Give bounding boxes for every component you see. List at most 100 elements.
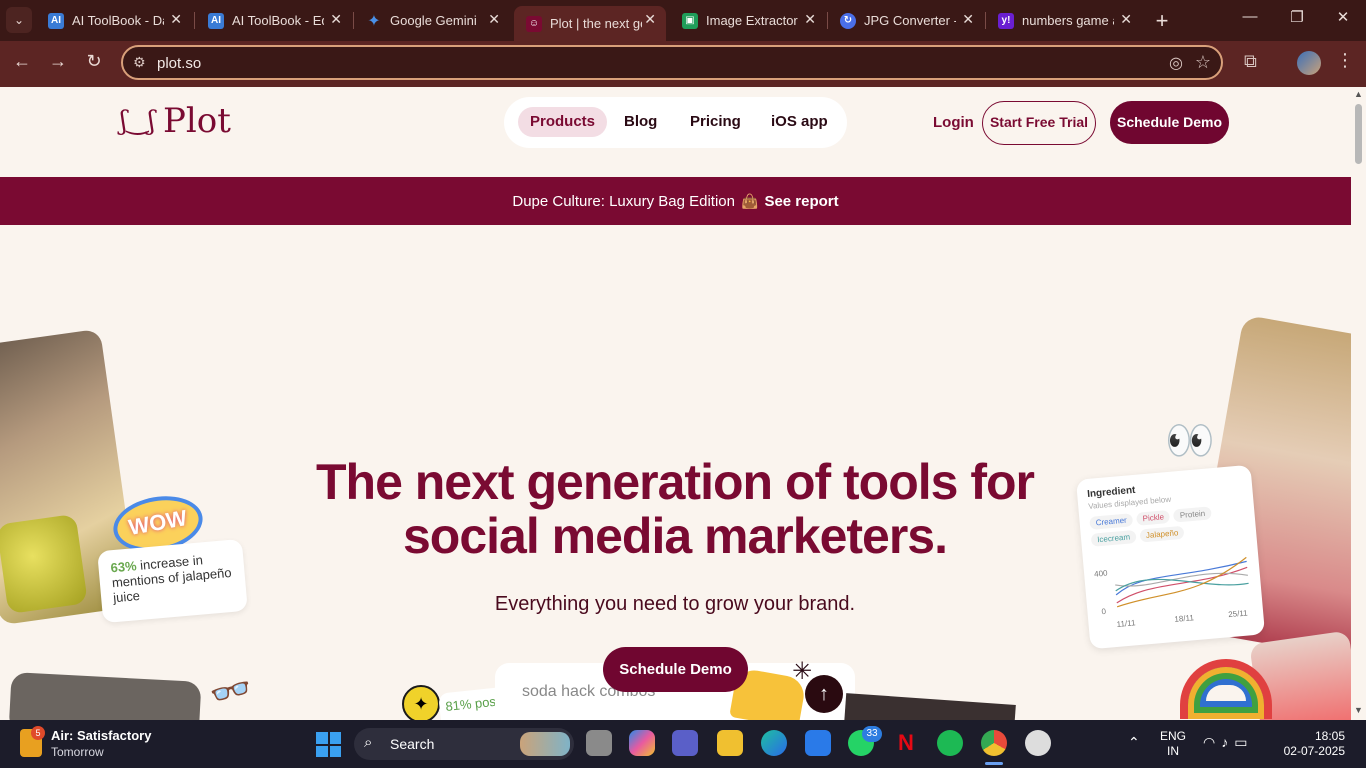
site-info-icon[interactable]: ⚙ xyxy=(133,54,146,71)
minimize-icon[interactable]: — xyxy=(1235,8,1265,25)
chart-card-chips: Creamer Pickle Protein Icecream Jalapeño xyxy=(1089,503,1246,547)
volume-icon[interactable]: ♪ xyxy=(1221,734,1234,750)
windows-taskbar: 5 Air: Satisfactory Tomorrow ⌕ Search 33… xyxy=(0,720,1366,768)
logo-text: Plot xyxy=(163,101,231,141)
schedule-demo-button[interactable]: Schedule Demo xyxy=(1110,101,1229,144)
nav-pricing[interactable]: Pricing xyxy=(678,107,753,137)
window-close-icon[interactable]: ✕ xyxy=(1328,8,1358,26)
close-icon[interactable]: ✕ xyxy=(488,11,500,28)
wifi-icon[interactable]: ◠ xyxy=(1203,734,1221,750)
hero-title: The next generation of tools for social … xyxy=(300,455,1050,563)
scroll-down-icon[interactable]: ▼ xyxy=(1354,705,1363,715)
tab-aitoolbook-1[interactable]: AI AI ToolBook - Da ✕ xyxy=(36,6,192,35)
announcement-banner[interactable]: Dupe Culture: Luxury Bag Edition 👜 See r… xyxy=(0,177,1351,225)
start-free-trial-button[interactable]: Start Free Trial xyxy=(982,101,1096,145)
extensions-icon[interactable]: ⧉ xyxy=(1244,51,1257,72)
checkered-glasses-icon: 👓 xyxy=(205,668,257,716)
tracking-protection-icon[interactable]: ◎ xyxy=(1169,53,1183,73)
tab-title: numbers game a xyxy=(1022,13,1114,28)
clock[interactable]: 18:05 02-07-2025 xyxy=(1283,729,1345,759)
system-tray-icons[interactable]: ◠♪▭ xyxy=(1203,734,1253,751)
close-icon[interactable]: ✕ xyxy=(1120,11,1132,28)
close-icon[interactable]: ✕ xyxy=(644,11,656,28)
edge-icon[interactable] xyxy=(761,730,787,756)
page-scrollbar[interactable]: ▲ ▼ xyxy=(1351,87,1366,720)
x-label: 11/11 xyxy=(1116,618,1136,629)
reload-icon[interactable]: ↻ xyxy=(81,51,107,72)
tab-title: JPG Converter - xyxy=(864,13,956,28)
forward-icon[interactable]: → xyxy=(45,51,71,72)
tab-title: Image Extractor xyxy=(706,13,798,28)
mini-line-chart: 400 0 11/11 18/11 25/11 xyxy=(1094,556,1249,629)
address-bar[interactable]: ⚙ plot.so ◎ ☆ xyxy=(121,45,1223,80)
nav-ios-app[interactable]: iOS app xyxy=(759,107,840,137)
googly-eyes-sticker: 👀 xyxy=(1165,419,1215,463)
copilot-icon[interactable] xyxy=(629,730,655,756)
handbag-icon: 👜 xyxy=(741,192,759,209)
hero-subtitle: Everything you need to grow your brand. xyxy=(494,593,856,615)
close-icon[interactable]: ✕ xyxy=(330,11,342,28)
task-view-icon[interactable] xyxy=(586,730,612,756)
spotify-icon[interactable] xyxy=(937,730,963,756)
smiley-sticker-icon: ✦ xyxy=(402,685,440,720)
tab-title: AI ToolBook - Ed xyxy=(232,13,324,28)
hero-schedule-demo-button[interactable]: Schedule Demo xyxy=(603,647,748,692)
aitoolbook-icon: AI xyxy=(48,12,64,29)
chatgpt-icon[interactable] xyxy=(1025,730,1051,756)
chrome-icon[interactable] xyxy=(981,730,1007,756)
taskbar-search[interactable]: ⌕ Search xyxy=(354,728,574,760)
chip-icecream: Icecream xyxy=(1090,529,1137,547)
yahoo-icon: y! xyxy=(998,12,1014,29)
tab-plot[interactable]: ☺ Plot | the next ge ✕ xyxy=(514,6,666,41)
login-link[interactable]: Login xyxy=(933,114,974,131)
battery-icon[interactable]: ▭ xyxy=(1234,734,1253,750)
nav-products[interactable]: Products xyxy=(518,107,608,137)
language-indicator[interactable]: ENG IN xyxy=(1160,729,1186,759)
close-icon[interactable]: ✕ xyxy=(804,11,816,28)
tab-gemini[interactable]: ✦ Google Gemini ✕ xyxy=(354,6,510,35)
see-report-link[interactable]: See report xyxy=(764,193,838,210)
plot-smile-logo-icon: ʃ‿ʃ xyxy=(120,106,156,136)
plot-icon: ☺ xyxy=(526,15,542,32)
windows-start-icon[interactable] xyxy=(316,732,341,757)
file-explorer-icon[interactable] xyxy=(717,730,743,756)
chrome-active-indicator xyxy=(985,762,1003,765)
bottom-center-photo xyxy=(844,693,1016,720)
aitoolbook-icon: AI xyxy=(208,12,224,29)
scroll-up-icon[interactable]: ▲ xyxy=(1354,89,1363,99)
tab-title: Google Gemini xyxy=(390,13,477,28)
back-icon[interactable]: ← xyxy=(9,51,35,72)
bookmark-star-icon[interactable]: ☆ xyxy=(1195,52,1211,73)
tray-expand-icon[interactable]: ⌃ xyxy=(1128,734,1140,751)
browser-menu-icon[interactable]: ⋮ xyxy=(1336,50,1354,71)
lang-code: ENG xyxy=(1160,729,1187,743)
new-tab-button[interactable]: + xyxy=(1150,8,1174,34)
search-label: Search xyxy=(390,736,435,752)
nav-blog[interactable]: Blog xyxy=(612,107,669,137)
weather-title[interactable]: Air: Satisfactory xyxy=(51,728,151,743)
search-icon: ⌕ xyxy=(364,734,373,751)
microsoft-store-icon[interactable] xyxy=(805,730,831,756)
tab-image-extractor[interactable]: ▣ Image Extractor ✕ xyxy=(670,6,826,35)
close-icon[interactable]: ✕ xyxy=(962,11,974,28)
tab-yahoo[interactable]: y! numbers game a ✕ xyxy=(986,6,1142,35)
plot-logo[interactable]: ʃ‿ʃ Plot xyxy=(120,101,231,141)
tab-aitoolbook-2[interactable]: AI AI ToolBook - Ed ✕ xyxy=(196,6,352,35)
profile-avatar[interactable] xyxy=(1297,51,1321,75)
tab-search-dropdown-icon[interactable]: ⌄ xyxy=(6,7,32,33)
url-text[interactable]: plot.so xyxy=(157,55,201,72)
browser-tab-bar: ⌄ AI AI ToolBook - Da ✕ AI AI ToolBook -… xyxy=(0,0,1366,41)
stat-card: 63% increase in mentions of jalapeño jui… xyxy=(97,538,248,624)
teams-icon[interactable] xyxy=(672,730,698,756)
chip-protein: Protein xyxy=(1173,506,1212,523)
tab-title: AI ToolBook - Da xyxy=(72,13,164,28)
tab-jpg-converter[interactable]: ↻ JPG Converter - ✕ xyxy=(828,6,984,35)
gemini-icon: ✦ xyxy=(367,12,381,30)
image-extractor-icon: ▣ xyxy=(682,12,698,29)
maximize-icon[interactable]: ❐ xyxy=(1282,8,1312,26)
netflix-icon[interactable]: N xyxy=(893,730,919,756)
clock-time: 18:05 xyxy=(1314,729,1345,743)
close-icon[interactable]: ✕ xyxy=(170,11,182,28)
scroll-thumb[interactable] xyxy=(1355,104,1362,164)
hero-title-line1: The next generation of tools for xyxy=(315,454,1035,510)
